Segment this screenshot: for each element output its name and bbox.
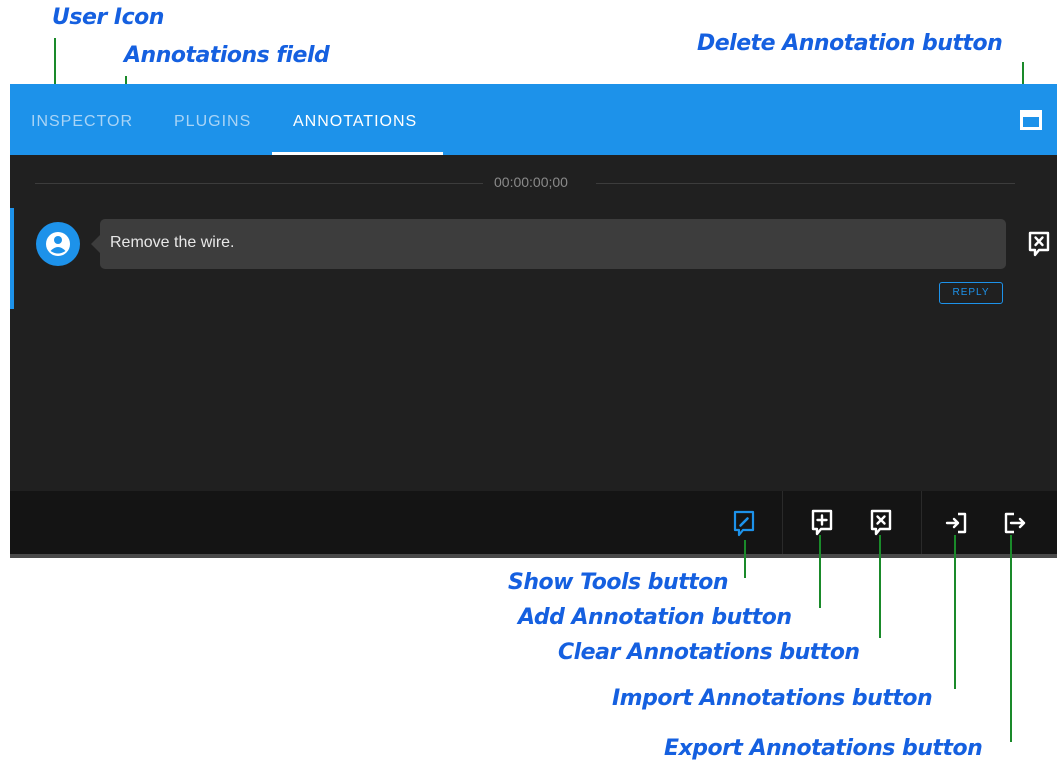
- pencil-comment-icon[interactable]: [732, 509, 756, 544]
- panel-bottom-edge: [10, 554, 1057, 558]
- callout-show-tools: Show Tools button: [508, 570, 729, 595]
- leader-export-annotations: [1010, 535, 1012, 742]
- callout-annotations-field: Annotations field: [124, 43, 330, 68]
- user-icon: [36, 222, 80, 266]
- tab-annotations[interactable]: ANNOTATIONS: [293, 84, 417, 155]
- tab-bar: INSPECTOR PLUGINS ANNOTATIONS: [10, 84, 1057, 155]
- callout-export-annotations: Export Annotations button: [664, 736, 983, 761]
- annotations-panel: INSPECTOR PLUGINS ANNOTATIONS 00:00:00;0…: [10, 84, 1057, 558]
- leader-import-annotations: [954, 535, 956, 689]
- toolbar-separator: [782, 491, 783, 558]
- panel-expand-icon[interactable]: [1020, 110, 1042, 130]
- active-tab-indicator: [272, 152, 443, 155]
- annotations-field[interactable]: Remove the wire.: [91, 219, 1006, 269]
- delete-annotation-icon[interactable]: [1027, 230, 1051, 263]
- comment-plus-icon[interactable]: [810, 508, 834, 543]
- timecode: 00:00:00;00: [494, 174, 568, 190]
- leader-clear-annotations: [879, 535, 881, 638]
- callout-user-icon: User Icon: [52, 5, 164, 30]
- callout-add-annotation: Add Annotation button: [518, 605, 792, 630]
- annotation-text: Remove the wire.: [110, 234, 235, 251]
- timecode-divider-left: [35, 183, 483, 184]
- toolbar-separator: [921, 491, 922, 558]
- export-icon[interactable]: [1002, 511, 1028, 540]
- tab-inspector[interactable]: INSPECTOR: [31, 84, 133, 155]
- callout-clear-annotations: Clear Annotations button: [558, 640, 860, 665]
- leader-add-annotation: [819, 535, 821, 608]
- reply-button[interactable]: REPLY: [939, 282, 1003, 304]
- import-icon[interactable]: [945, 511, 969, 540]
- callout-import-annotations: Import Annotations button: [612, 686, 933, 711]
- annotations-toolbar: [10, 491, 1057, 558]
- tab-plugins[interactable]: PLUGINS: [174, 84, 251, 155]
- callout-delete-annotation: Delete Annotation button: [697, 31, 1003, 56]
- comment-x-icon[interactable]: [869, 508, 893, 543]
- leader-show-tools: [744, 540, 746, 578]
- timecode-divider-right: [596, 183, 1015, 184]
- selected-annotation-indicator: [10, 208, 14, 309]
